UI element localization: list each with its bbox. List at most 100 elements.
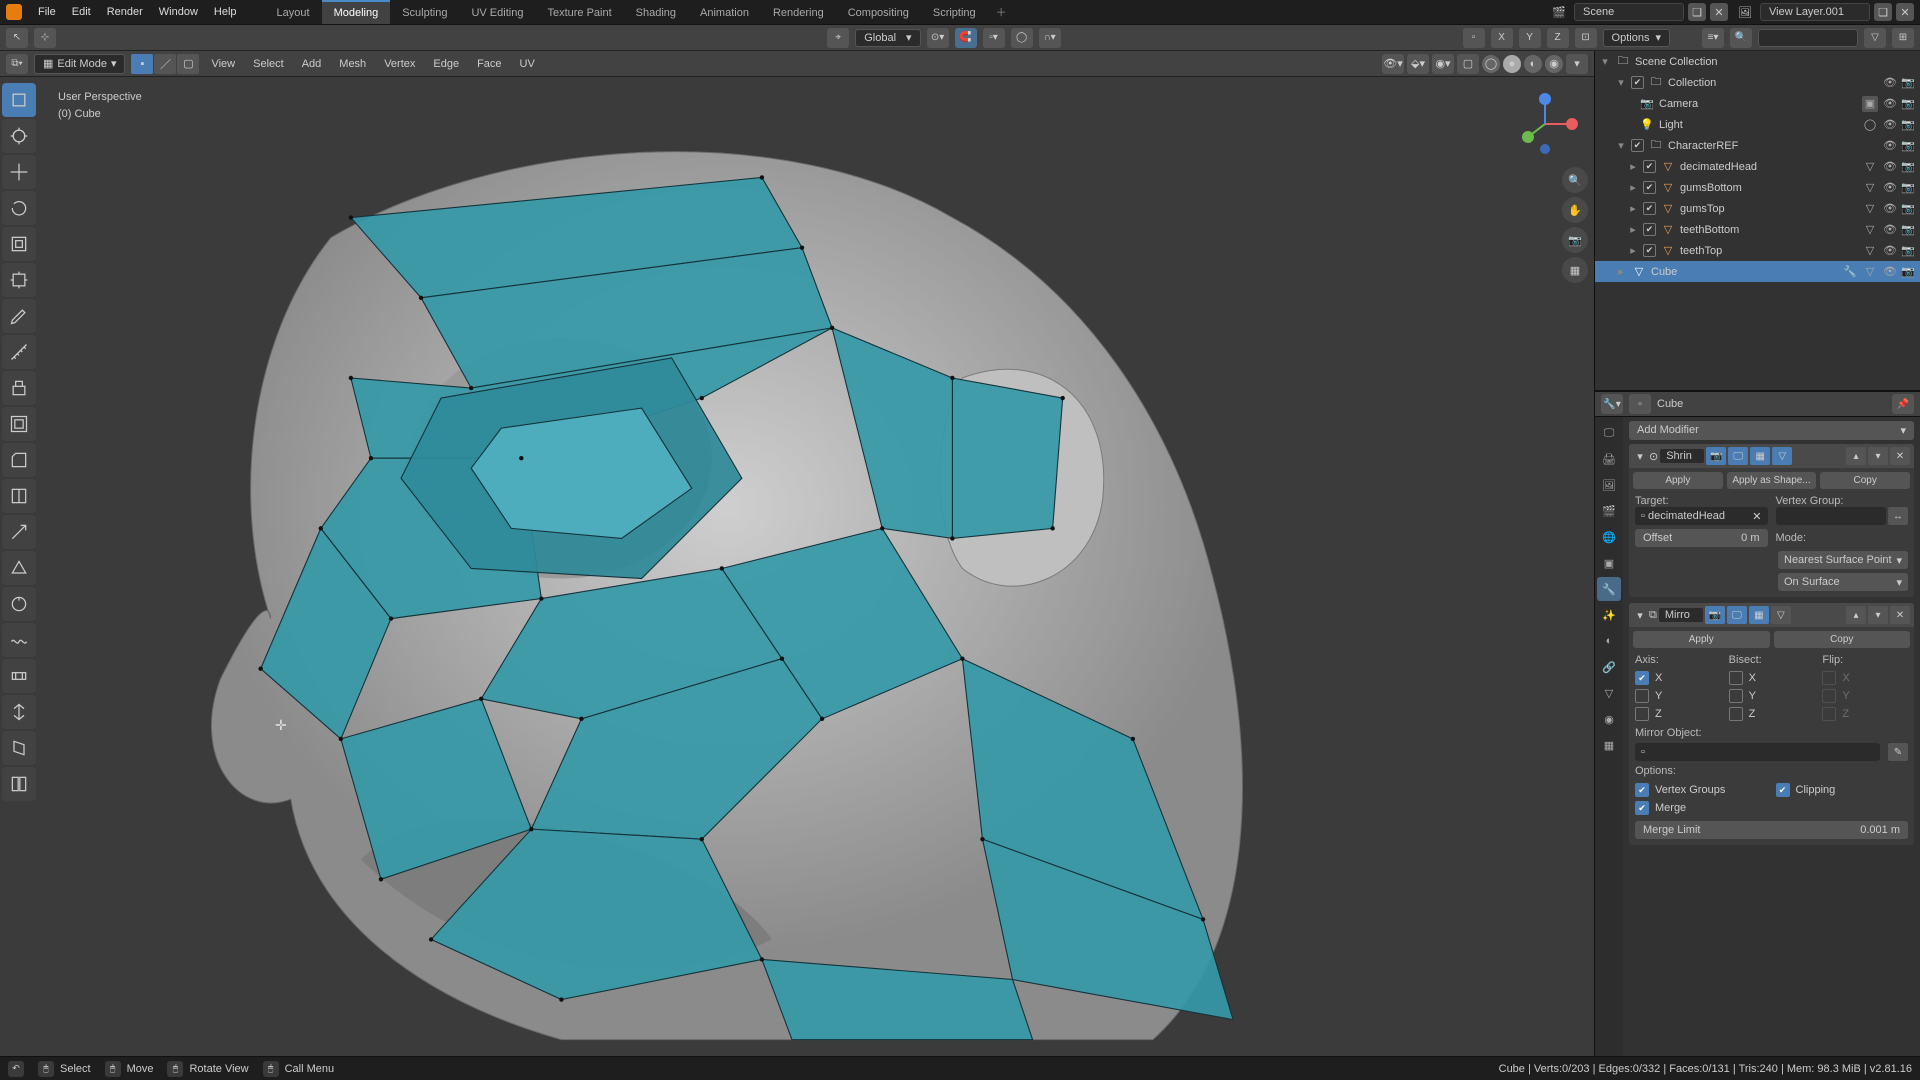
outliner-display-mode[interactable]: ≡▾: [1702, 28, 1724, 48]
transform-orientation-dropdown[interactable]: Global▾: [855, 29, 920, 47]
add-modifier-dropdown[interactable]: Add Modifier▾: [1629, 421, 1914, 440]
gizmo-dropdown[interactable]: ⬙▾: [1407, 54, 1429, 74]
scene-icon[interactable]: 🎬: [1552, 6, 1570, 19]
render-tab[interactable]: 🖵: [1597, 421, 1621, 445]
hide-viewport-icon[interactable]: 👁: [1882, 75, 1898, 91]
properties-content[interactable]: Add Modifier▾ ▾ ⊙ Shrin 📷 🖵 ▦ ▽ ▴ ▾: [1623, 417, 1920, 1080]
knife-tool[interactable]: [2, 515, 36, 549]
3d-viewport[interactable]: User Perspective (0) Cube ✛: [0, 77, 1594, 1080]
display-editmode-toggle[interactable]: ▦: [1750, 447, 1770, 465]
outliner-filter-button[interactable]: ▽: [1864, 28, 1886, 48]
shading-matpreview[interactable]: ◐: [1524, 55, 1542, 73]
rotate-tool[interactable]: [2, 191, 36, 225]
delete-viewlayer-button[interactable]: ✕: [1896, 3, 1914, 21]
edge-menu[interactable]: Edge: [427, 58, 465, 70]
invert-vgroup-button[interactable]: ↔: [1888, 507, 1908, 525]
edit-menu[interactable]: Edit: [64, 6, 99, 18]
texture-tab[interactable]: ▦: [1597, 733, 1621, 757]
axis-x-button[interactable]: X: [1491, 28, 1513, 48]
shading-solid[interactable]: ●: [1503, 55, 1521, 73]
scene-field[interactable]: Scene: [1574, 3, 1684, 21]
uv-menu[interactable]: UV: [514, 58, 541, 70]
snap-toggle[interactable]: 🧲: [955, 28, 977, 48]
snap-target-dropdown[interactable]: ▫▾: [983, 28, 1005, 48]
ws-shading[interactable]: Shading: [624, 0, 688, 24]
axis-y-checkbox[interactable]: [1635, 689, 1649, 703]
ws-sculpting[interactable]: Sculpting: [390, 0, 459, 24]
bisect-z-checkbox[interactable]: [1729, 707, 1743, 721]
face-menu[interactable]: Face: [471, 58, 507, 70]
merge-limit-field[interactable]: Merge Limit0.001 m: [1635, 821, 1908, 839]
collection-enable-checkbox[interactable]: [1631, 76, 1644, 89]
pan-button[interactable]: ✋: [1562, 197, 1588, 223]
pin-icon[interactable]: 📌: [1892, 394, 1914, 414]
mesh-tab[interactable]: ▽: [1597, 681, 1621, 705]
mesh-select-mode-1[interactable]: ▫: [1463, 28, 1485, 48]
teethtop-row[interactable]: ▸ ▽teethTop ▽ 👁📷: [1595, 240, 1920, 261]
shading-options-dropdown[interactable]: ▾: [1566, 54, 1588, 74]
offset-field[interactable]: Offset0 m: [1635, 529, 1768, 547]
clear-target-icon[interactable]: ✕: [1752, 510, 1761, 523]
edge-select-mode[interactable]: ／: [154, 54, 176, 74]
back-icon[interactable]: ↶: [8, 1061, 24, 1077]
orientation-icon[interactable]: ⌖: [827, 28, 849, 48]
apply-as-shape-button[interactable]: Apply as Shape...: [1727, 472, 1817, 489]
mirror-name-field[interactable]: Mirro: [1659, 608, 1703, 622]
spin-tool[interactable]: [2, 587, 36, 621]
shrinkwrap-collapse[interactable]: ▾: [1633, 450, 1647, 463]
vertexgroups-checkbox[interactable]: [1635, 783, 1649, 797]
decimatedhead-row[interactable]: ▸ ▽decimatedHead ▽ 👁📷: [1595, 156, 1920, 177]
material-tab[interactable]: ◉: [1597, 707, 1621, 731]
display-cage-toggle[interactable]: ▽: [1772, 447, 1792, 465]
light-row[interactable]: 💡Light ◯ 👁📷: [1595, 114, 1920, 135]
face-select-mode[interactable]: ▢: [177, 54, 199, 74]
display-render-toggle[interactable]: 📷: [1706, 447, 1726, 465]
edgeslide-tool[interactable]: [2, 659, 36, 693]
new-viewlayer-button[interactable]: ❏: [1874, 3, 1892, 21]
shrinkfatten-tool[interactable]: [2, 695, 36, 729]
gumstop-row[interactable]: ▸ ▽gumsTop ▽ 👁📷: [1595, 198, 1920, 219]
modifier-tab[interactable]: 🔧: [1597, 577, 1621, 601]
file-menu[interactable]: File: [30, 6, 64, 18]
bisect-x-checkbox[interactable]: [1729, 671, 1743, 685]
window-menu[interactable]: Window: [151, 6, 206, 18]
zoom-button[interactable]: 🔍: [1562, 167, 1588, 193]
scale-tool[interactable]: [2, 227, 36, 261]
merge-checkbox[interactable]: [1635, 801, 1649, 815]
transform-tool[interactable]: [2, 263, 36, 297]
mirror-apply-button[interactable]: Apply: [1633, 631, 1770, 648]
automerge-icon[interactable]: ⊡: [1575, 28, 1597, 48]
delete-modifier-button[interactable]: ✕: [1890, 447, 1910, 465]
extrude-tool[interactable]: [2, 371, 36, 405]
bevel-tool[interactable]: [2, 443, 36, 477]
ws-rendering[interactable]: Rendering: [761, 0, 836, 24]
ws-texturepaint[interactable]: Texture Paint: [535, 0, 623, 24]
ripregion-tool[interactable]: [2, 767, 36, 801]
xray-toggle[interactable]: ▢: [1457, 54, 1479, 74]
viewlayer-tab[interactable]: 🖼: [1597, 473, 1621, 497]
constraint-tab[interactable]: 🔗: [1597, 655, 1621, 679]
axis-y-button[interactable]: Y: [1519, 28, 1541, 48]
move-up-button[interactable]: ▴: [1846, 447, 1866, 465]
vertex-menu[interactable]: Vertex: [378, 58, 421, 70]
editor-type-dropdown[interactable]: ⧉▾: [6, 54, 28, 74]
particle-tab[interactable]: ✨: [1597, 603, 1621, 627]
render-menu[interactable]: Render: [99, 6, 151, 18]
new-collection-button[interactable]: ⊞: [1892, 28, 1914, 48]
visibility-dropdown[interactable]: 👁▾: [1382, 54, 1404, 74]
properties-editor-dropdown[interactable]: 🔧▾: [1601, 394, 1623, 414]
vertexgroup-field[interactable]: [1776, 507, 1887, 525]
add-workspace-button[interactable]: ＋: [988, 0, 1015, 24]
delete-scene-button[interactable]: ✕: [1710, 3, 1728, 21]
wrap-method-dropdown[interactable]: Nearest Surface Point▾: [1778, 551, 1908, 569]
ws-animation[interactable]: Animation: [688, 0, 761, 24]
pivot-dropdown[interactable]: ⊙▾: [927, 28, 949, 48]
scene-collection-row[interactable]: ▾🗀 Scene Collection: [1595, 51, 1920, 72]
new-scene-button[interactable]: ❏: [1688, 3, 1706, 21]
characterref-row[interactable]: ▾ 🗀CharacterREF 👁📷: [1595, 135, 1920, 156]
add-menu[interactable]: Add: [296, 58, 328, 70]
mesh-data-icon[interactable]: ▽: [1862, 159, 1878, 175]
shading-wireframe[interactable]: ◯: [1482, 55, 1500, 73]
ws-compositing[interactable]: Compositing: [836, 0, 921, 24]
options-dropdown[interactable]: Options▾: [1603, 29, 1670, 47]
